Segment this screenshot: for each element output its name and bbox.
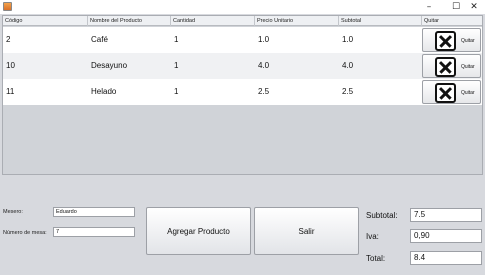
column-header-codigo[interactable]: Código bbox=[3, 16, 88, 26]
close-x-icon bbox=[435, 83, 456, 103]
title-bar: – ☐ ✕ bbox=[0, 0, 485, 14]
cell-subtotal: 2.5 bbox=[342, 87, 354, 96]
column-header-nombre[interactable]: Nombre del Producto bbox=[88, 16, 171, 26]
cell-nombre: Desayuno bbox=[91, 61, 128, 70]
cell-subtotal: 1.0 bbox=[342, 35, 354, 44]
cell-codigo: 10 bbox=[6, 61, 15, 70]
table-row[interactable]: 10 Desayuno 1 4.0 4.0 Quitar bbox=[3, 53, 482, 79]
remove-item-button[interactable]: Quitar bbox=[422, 28, 481, 52]
cell-precio: 1.0 bbox=[258, 35, 270, 44]
column-header-precio[interactable]: Precio Unitario bbox=[255, 16, 339, 26]
cell-codigo: 2 bbox=[6, 35, 11, 44]
remove-item-button[interactable]: Quitar bbox=[422, 54, 481, 78]
table-header: Código Nombre del Producto Cantidad Prec… bbox=[3, 16, 482, 26]
cell-subtotal: 4.0 bbox=[342, 61, 354, 70]
cell-cantidad: 1 bbox=[174, 61, 179, 70]
close-x-icon bbox=[435, 31, 456, 51]
remove-item-button[interactable]: Quitar bbox=[422, 80, 481, 104]
cell-precio: 4.0 bbox=[258, 61, 270, 70]
remove-item-label: Quitar bbox=[461, 64, 475, 70]
subtotal-field[interactable]: 7.5 bbox=[410, 208, 482, 222]
total-field[interactable]: 8.4 bbox=[410, 251, 482, 265]
exit-button[interactable]: Salir bbox=[254, 207, 359, 255]
column-header-subtotal[interactable]: Subtotal bbox=[339, 16, 422, 26]
cell-precio: 2.5 bbox=[258, 87, 270, 96]
mesa-label: Número de mesa: bbox=[3, 230, 47, 236]
order-table[interactable]: Código Nombre del Producto Cantidad Prec… bbox=[2, 15, 483, 175]
column-header-quitar[interactable]: Quitar bbox=[422, 16, 482, 26]
close-x-icon bbox=[435, 57, 456, 77]
mesero-label: Mesero: bbox=[3, 209, 23, 215]
table-row[interactable]: 11 Helado 1 2.5 2.5 Quitar bbox=[3, 79, 482, 105]
cell-cantidad: 1 bbox=[174, 87, 179, 96]
minimize-button[interactable]: – bbox=[418, 0, 440, 14]
column-header-cantidad[interactable]: Cantidad bbox=[171, 16, 255, 26]
table-row[interactable]: 2 Café 1 1.0 1.0 Quitar bbox=[3, 27, 482, 53]
java-app-icon bbox=[3, 2, 12, 11]
cell-nombre: Helado bbox=[91, 87, 117, 96]
total-label: Total: bbox=[366, 254, 386, 263]
cell-cantidad: 1 bbox=[174, 35, 179, 44]
remove-item-label: Quitar bbox=[461, 90, 475, 96]
mesero-field[interactable]: Eduardo bbox=[53, 207, 135, 217]
cell-nombre: Café bbox=[91, 35, 108, 44]
iva-field[interactable]: 0,90 bbox=[410, 229, 482, 243]
subtotal-label: Subtotal: bbox=[366, 211, 398, 220]
cell-codigo: 11 bbox=[6, 87, 15, 96]
add-product-button[interactable]: Agregar Producto bbox=[146, 207, 251, 255]
iva-label: Iva: bbox=[366, 232, 379, 241]
remove-item-label: Quitar bbox=[461, 38, 475, 44]
mesa-field[interactable]: 7 bbox=[53, 227, 135, 237]
close-button[interactable]: ✕ bbox=[463, 0, 485, 14]
